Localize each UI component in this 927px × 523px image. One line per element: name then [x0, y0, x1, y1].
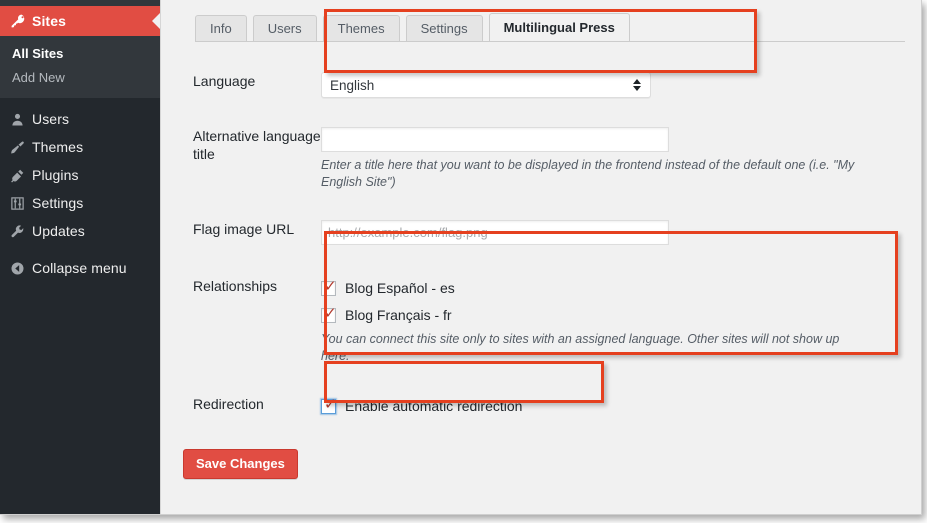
sidebar-item-settings[interactable]: Settings	[0, 189, 160, 217]
caret-up-icon	[633, 79, 641, 84]
alt-title-field: Enter a title here that you want to be d…	[321, 127, 921, 191]
screenshot-root: Sites All Sites Add New Users Themes Plu…	[0, 0, 927, 523]
language-selected-value: English	[330, 77, 375, 93]
redirection-option-label: Enable automatic redirection	[345, 398, 523, 414]
check-icon: ✓	[324, 276, 337, 295]
relationships-field: ✓ Blog Español - es ✓ Blog Français - fr…	[321, 277, 921, 365]
relationship-label: Blog Español - es	[345, 280, 455, 296]
checkbox-blog-francais[interactable]: ✓	[321, 303, 337, 323]
row-redirection: Redirection ✓ Enable automatic redirecti…	[161, 395, 921, 422]
sidebar-item-label: Sites	[32, 13, 66, 29]
sidebar-item-add-new[interactable]: Add New	[0, 66, 160, 90]
save-changes-button[interactable]: Save Changes	[183, 449, 298, 479]
admin-sidebar: Sites All Sites Add New Users Themes Plu…	[0, 0, 161, 514]
key-icon	[10, 12, 32, 30]
row-alt-language-title: Alternative language title Enter a title…	[161, 127, 921, 191]
sidebar-item-label: Themes	[32, 139, 84, 155]
paintbrush-icon	[10, 138, 32, 156]
relationship-option-fr[interactable]: ✓ Blog Français - fr	[321, 304, 921, 326]
redirection-option[interactable]: ✓ Enable automatic redirection	[321, 395, 921, 417]
sidebar-collapse-menu[interactable]: Collapse menu	[0, 254, 160, 282]
checkbox-enable-automatic-redirection[interactable]: ✓	[321, 394, 337, 414]
language-field: English	[321, 72, 921, 98]
checkbox-blog-espanol[interactable]: ✓	[321, 276, 337, 296]
tab-users[interactable]: Users	[252, 15, 317, 41]
sidebar-item-label: Users	[32, 111, 70, 127]
arrow-left-circle-icon	[10, 259, 32, 277]
sidebar-subitem-label: Add New	[12, 70, 65, 85]
tab-settings[interactable]: Settings	[405, 15, 483, 41]
tab-multilingual-press[interactable]: Multilingual Press	[488, 13, 630, 41]
alt-title-input[interactable]	[321, 127, 669, 152]
sidebar-item-sites[interactable]: Sites	[0, 6, 161, 36]
tab-bar-divider	[195, 41, 905, 42]
sidebar-item-label: Plugins	[32, 167, 79, 183]
redirection-field: ✓ Enable automatic redirection	[321, 395, 921, 422]
sidebar-item-updates[interactable]: Updates	[0, 217, 160, 245]
settings-form: Language English Alternative language ti…	[161, 48, 921, 479]
tab-bar: Info Users Themes Settings Multilingual …	[195, 13, 636, 41]
user-icon	[10, 110, 32, 128]
relationships-label: Relationships	[193, 278, 278, 294]
row-language: Language English	[161, 72, 921, 98]
relationship-option-es[interactable]: ✓ Blog Español - es	[321, 277, 921, 299]
browser-frame: Sites All Sites Add New Users Themes Plu…	[0, 0, 922, 515]
caret-down-icon	[633, 86, 641, 91]
language-label: Language	[193, 73, 256, 89]
plug-icon	[10, 166, 32, 184]
row-relationships: Relationships ✓ Blog Español - es ✓ Blog…	[161, 277, 921, 365]
sidebar-collapse-label: Collapse menu	[32, 260, 127, 276]
wrench-icon	[10, 222, 32, 240]
sidebar-item-label: Updates	[32, 223, 85, 239]
alt-title-label: Alternative language title	[193, 128, 321, 162]
sidebar-item-themes[interactable]: Themes	[0, 133, 160, 161]
alt-title-description: Enter a title here that you want to be d…	[321, 158, 855, 189]
flag-url-label: Flag image URL	[193, 221, 295, 237]
row-flag-image-url: Flag image URL	[161, 220, 921, 245]
relationships-description: You can connect this site only to sites …	[321, 332, 840, 363]
sidebar-submenu-sites: All Sites Add New	[0, 36, 160, 98]
flag-url-input[interactable]	[321, 220, 669, 245]
sidebar-item-all-sites[interactable]: All Sites	[0, 42, 160, 66]
sidebar-item-label: Settings	[32, 195, 84, 211]
submit-row: Save Changes	[161, 449, 921, 479]
tab-info[interactable]: Info	[195, 15, 247, 41]
flag-url-field	[321, 220, 921, 245]
sliders-icon	[10, 194, 32, 212]
content-panel: Info Users Themes Settings Multilingual …	[160, 0, 921, 514]
sidebar-item-users[interactable]: Users	[0, 105, 160, 133]
select-stepper-icon	[633, 79, 641, 91]
redirection-label: Redirection	[193, 396, 264, 412]
sidebar-subitem-label: All Sites	[12, 46, 64, 61]
check-icon: ✓	[324, 303, 337, 322]
language-select[interactable]: English	[321, 72, 651, 98]
sidebar-main-group: Users Themes Plugins Settings Updates	[0, 98, 160, 245]
relationship-label: Blog Français - fr	[345, 307, 452, 323]
tab-themes[interactable]: Themes	[322, 15, 400, 41]
check-icon: ✓	[324, 394, 337, 413]
sidebar-item-plugins[interactable]: Plugins	[0, 161, 160, 189]
